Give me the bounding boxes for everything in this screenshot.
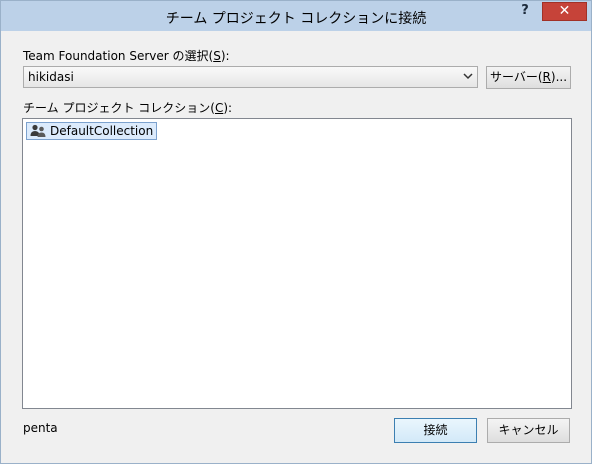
collection-item-label: DefaultCollection — [50, 124, 154, 138]
close-icon: ✕ — [558, 3, 571, 19]
help-button[interactable]: ? — [513, 3, 537, 21]
connect-dialog: チーム プロジェクト コレクションに接続 ? ✕ Team Foundation… — [0, 0, 592, 464]
current-user: penta — [23, 421, 58, 435]
server-select-label: Team Foundation Server の選択(S): — [23, 49, 230, 63]
collection-list[interactable]: DefaultCollection — [22, 118, 572, 409]
close-button[interactable]: ✕ — [542, 2, 587, 21]
list-item[interactable]: DefaultCollection — [26, 122, 158, 140]
window-title: チーム プロジェクト コレクションに接続 — [165, 11, 427, 27]
collection-list-label: チーム プロジェクト コレクション(C): — [23, 101, 233, 115]
cancel-button[interactable]: キャンセル — [487, 418, 570, 443]
servers-button[interactable]: サーバー(R)... — [486, 66, 571, 89]
title-bar: チーム プロジェクト コレクションに接続 ? ✕ — [1, 1, 591, 31]
server-combobox-value: hikidasi — [28, 70, 74, 84]
server-combobox[interactable]: hikidasi — [23, 66, 478, 88]
connect-button[interactable]: 接続 — [394, 418, 477, 443]
chevron-down-icon — [463, 69, 473, 86]
team-collection-icon — [30, 124, 46, 138]
